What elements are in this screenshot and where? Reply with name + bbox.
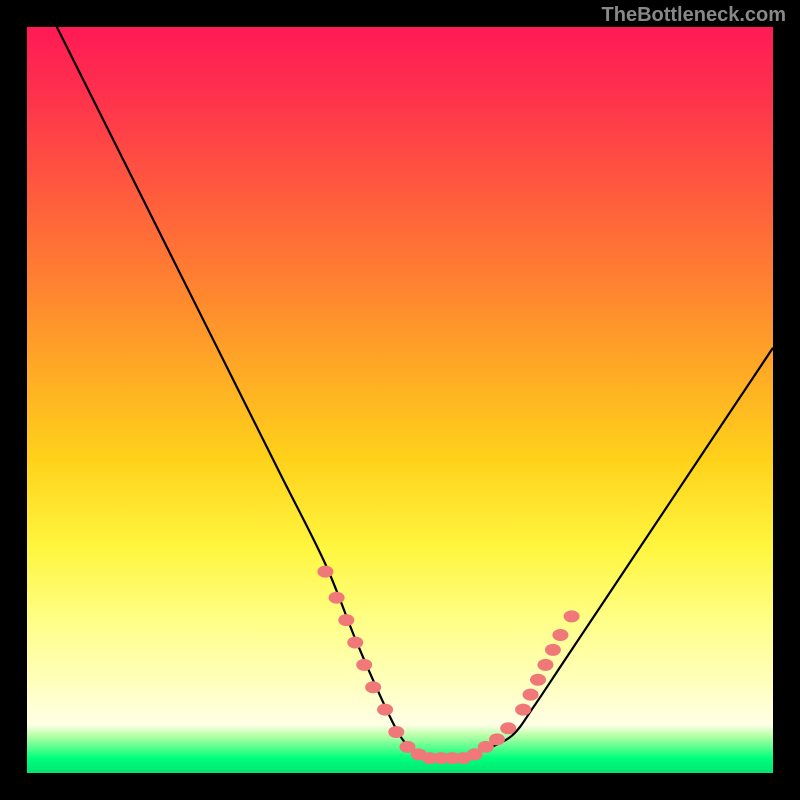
chart-background-gradient [27, 27, 773, 773]
attribution-text: TheBottleneck.com [602, 4, 786, 27]
